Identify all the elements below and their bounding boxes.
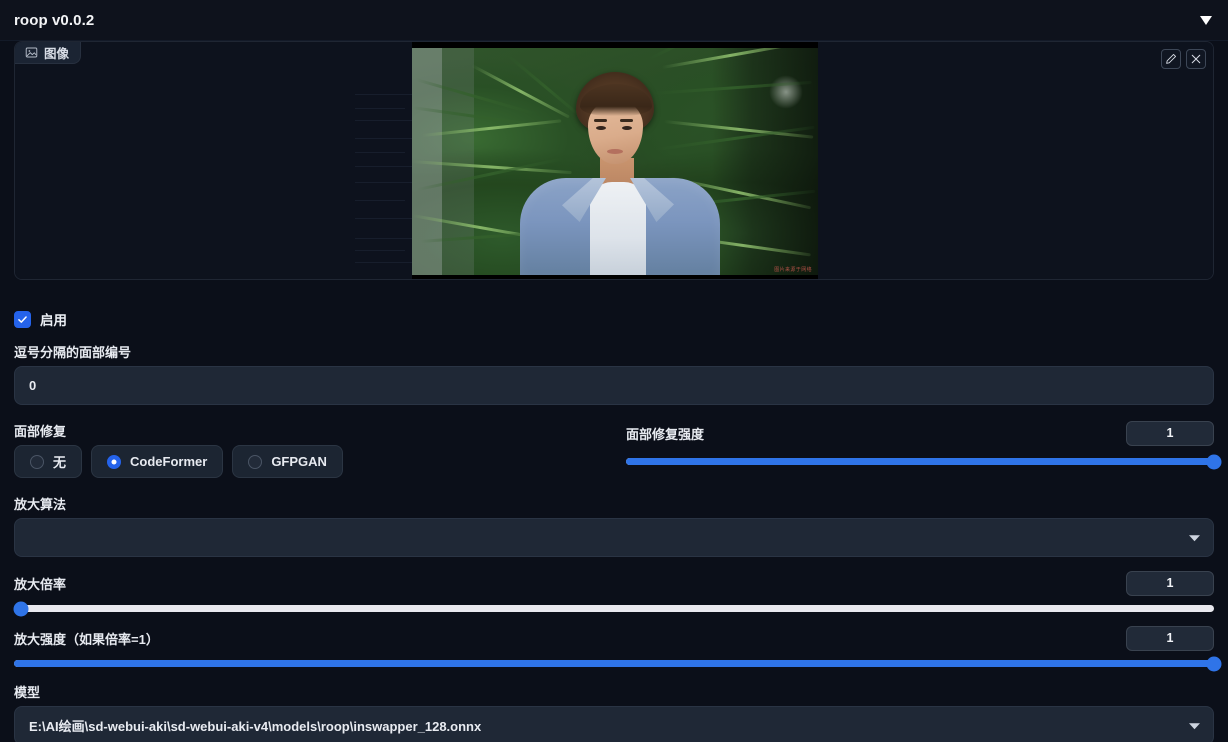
upscaler-visibility-label: 放大强度（如果倍率=1） [14,632,159,647]
caret-down-icon[interactable] [1196,10,1216,30]
clear-image-button[interactable] [1186,49,1206,69]
upscaler-visibility-value[interactable]: 1 [1126,626,1214,651]
enable-checkbox[interactable] [14,310,31,328]
photo-content [412,42,818,275]
image-icon [25,47,38,57]
enable-checkbox-row[interactable]: 启用 [0,306,1228,332]
restorer-visibility-slider-field: 面部修复强度 1 [626,421,1222,478]
radio-label: CodeFormer [130,454,208,469]
model-value: E:\AI绘画\sd-webui-aki\sd-webui-aki-v4\mod… [29,719,482,734]
upscaler-scale-value[interactable]: 1 [1126,571,1214,596]
image-tab-label: 图像 [44,46,70,61]
pencil-icon [1166,53,1177,64]
radio-option-none[interactable]: 无 [14,445,83,478]
slider-thumb[interactable] [1206,454,1222,469]
face-index-input[interactable]: 0 [14,366,1214,405]
image-stage[interactable]: 图片来源于网络 [15,42,1213,279]
restorer-visibility-value[interactable]: 1 [1126,421,1214,446]
roop-extension-panel: roop v0.0.2 图像 图片来源于网络 启用 逗号分隔的面部编号 0 面部… [0,0,1228,742]
upscaler-dropdown[interactable] [14,518,1214,557]
image-tab[interactable]: 图像 [15,42,82,64]
face-restorer-radio-group: 无 CodeFormer GFPGAN [14,445,602,478]
radio-label: GFPGAN [271,454,327,469]
radio-indicator [248,454,263,469]
radio-option-gfpgan[interactable]: GFPGAN [232,445,343,478]
model-label: 模型 [14,685,41,700]
photo-watermark: 图片来源于网络 [774,267,812,273]
radio-indicator [107,454,122,469]
radio-label: 无 [53,455,67,470]
slider-thumb[interactable] [13,601,29,616]
edit-image-button[interactable] [1161,49,1181,69]
close-icon [1191,54,1201,64]
upscaler-visibility-field: 放大强度（如果倍率=1） 1 [0,626,1228,671]
upscaler-scale-field: 放大倍率 1 [0,571,1228,616]
enable-label: 启用 [40,313,67,328]
page-title: roop v0.0.2 [14,11,95,29]
upscaler-field: 放大算法 [0,494,1228,557]
check-icon [18,315,27,323]
chevron-down-icon[interactable] [1189,534,1200,542]
upscaler-label: 放大算法 [14,497,67,512]
model-field: 模型 E:\AI绘画\sd-webui-aki\sd-webui-aki-v4\… [0,682,1228,742]
face-index-label: 逗号分隔的面部编号 [14,345,132,360]
chevron-down-icon[interactable] [1189,722,1200,730]
upscaler-scale-label: 放大倍率 [14,577,67,592]
restorer-visibility-slider[interactable] [626,454,1222,469]
accordion-header[interactable]: roop v0.0.2 [0,0,1228,41]
model-dropdown[interactable]: E:\AI绘画\sd-webui-aki\sd-webui-aki-v4\mod… [14,706,1214,742]
face-index-field: 逗号分隔的面部编号 0 [0,342,1228,405]
image-upload-panel[interactable]: 图像 图片来源于网络 [14,41,1214,280]
upscaler-scale-slider[interactable] [13,601,1214,616]
radio-option-codeformer[interactable]: CodeFormer [91,445,224,478]
upscaler-visibility-slider[interactable] [14,656,1222,671]
image-action-buttons [1161,49,1206,69]
radio-indicator [30,454,44,469]
face-restorer-field: 面部修复 无 CodeFormer GFPGAN [14,421,602,478]
slider-thumb[interactable] [1206,656,1222,671]
roop-settings-form: 启用 逗号分隔的面部编号 0 面部修复 无 CodeFormer GFPGAN … [0,286,1228,742]
restorer-visibility-label: 面部修复强度 [626,427,705,442]
uploaded-source-image: 图片来源于网络 [412,42,818,279]
face-restore-section: 面部修复 无 CodeFormer GFPGAN 面部修复强度 1 [0,421,1228,478]
face-restorer-label: 面部修复 [14,424,67,439]
